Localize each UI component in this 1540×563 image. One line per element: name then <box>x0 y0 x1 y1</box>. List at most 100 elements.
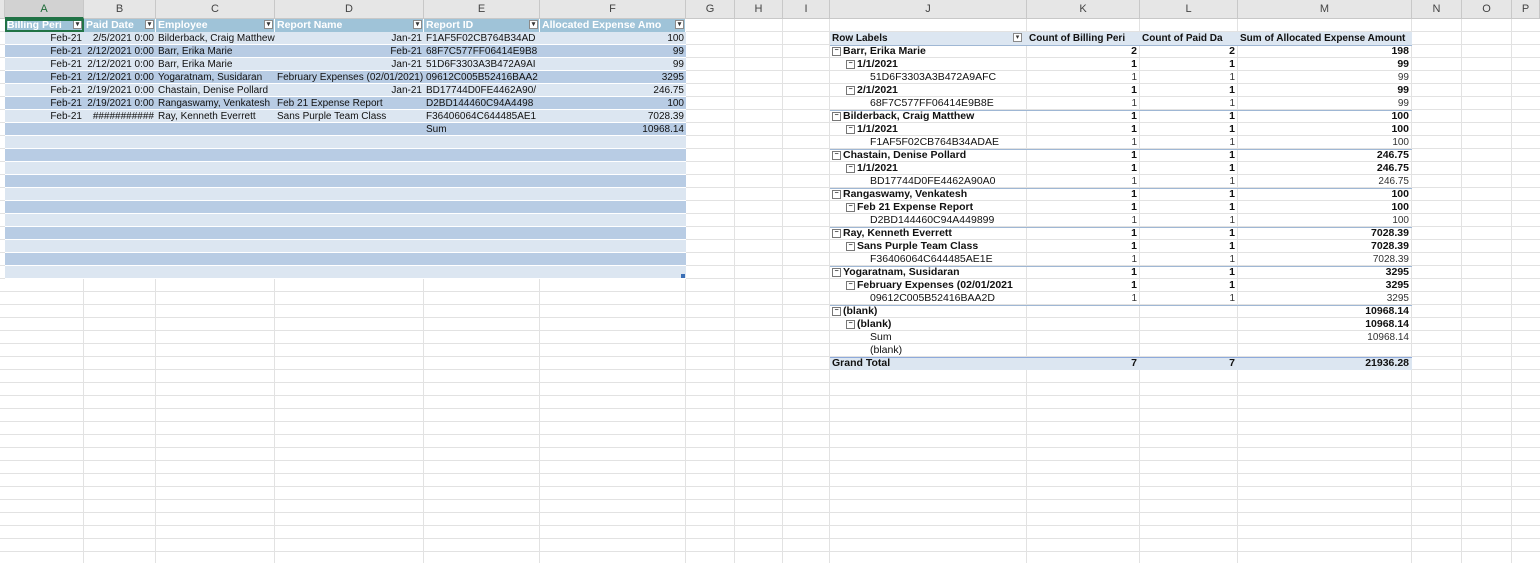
column-header-g[interactable]: G <box>686 0 735 19</box>
pivot-value-cell[interactable]: 99 <box>1238 58 1409 71</box>
pivot-row-label[interactable]: −1/1/2021 <box>846 162 1025 175</box>
pivot-value-cell[interactable]: 1 <box>1027 149 1137 162</box>
pivot-value-cell[interactable]: 246.75 <box>1238 162 1409 175</box>
pivot-row-label[interactable]: − Barr, Erika Marie <box>832 45 1025 58</box>
pivot-value-cell[interactable]: 1 <box>1140 214 1235 227</box>
pivot-row-label[interactable]: −1/1/2021 <box>846 58 1025 71</box>
table-cell[interactable]: Feb-21 <box>5 45 84 58</box>
table-header-cell[interactable]: Allocated Expense Amo ▾ <box>540 19 686 32</box>
column-header-p[interactable]: P <box>1512 0 1540 19</box>
column-header-j[interactable]: J <box>830 0 1027 19</box>
pivot-row-label[interactable]: Sum <box>870 331 1025 344</box>
column-header-e[interactable]: E <box>424 0 540 19</box>
table-cell[interactable]: Jan-21 <box>275 84 424 97</box>
table-cell[interactable]: BD17744D0FE4462A90/ <box>424 84 540 97</box>
collapse-toggle-icon[interactable]: − <box>832 46 841 56</box>
pivot-value-cell[interactable]: 1 <box>1027 253 1137 266</box>
pivot-value-cell[interactable] <box>1140 305 1235 318</box>
table-cell[interactable]: 68F7C577FF06414E9B8 <box>424 45 540 58</box>
pivot-row-label[interactable]: − Feb 21 Expense Report <box>846 201 1025 214</box>
collapse-toggle-icon[interactable]: − <box>832 267 841 277</box>
pivot-value-cell[interactable]: 1 <box>1027 175 1137 188</box>
row-labels-filter-icon[interactable]: ▾ <box>1013 33 1022 42</box>
pivot-value-cell[interactable]: 1 <box>1140 110 1235 123</box>
table-cell[interactable]: Rangaswamy, Venkatesh <box>156 97 275 110</box>
pivot-value-cell[interactable]: 100 <box>1238 188 1409 201</box>
pivot-row-label[interactable]: − February Expenses (02/01/2021 <box>846 279 1025 292</box>
table-resize-handle[interactable] <box>681 274 685 278</box>
table-cell[interactable]: 09612C005B52416BAA2 <box>424 71 540 84</box>
pivot-value-cell[interactable]: 1 <box>1027 97 1137 110</box>
table-cell[interactable]: F36406064C644485AE1 <box>424 110 540 123</box>
table-cell[interactable]: D2BD144460C94A4498 <box>424 97 540 110</box>
table-cell[interactable]: Barr, Erika Marie <box>156 58 275 71</box>
pivot-row-label[interactable]: F36406064C644485AE1E <box>870 253 1025 266</box>
pivot-value-cell[interactable]: 1 <box>1140 84 1235 97</box>
column-header-a[interactable]: A <box>5 0 84 19</box>
grand-total-label[interactable]: Grand Total <box>832 357 1012 370</box>
pivot-value-cell[interactable]: 1 <box>1027 84 1137 97</box>
pivot-value-cell[interactable]: 3295 <box>1238 279 1409 292</box>
pivot-value-cell[interactable]: 1 <box>1140 136 1235 149</box>
pivot-value-cell[interactable]: 1 <box>1140 123 1235 136</box>
collapse-toggle-icon[interactable]: − <box>832 189 841 199</box>
pivot-value-cell[interactable] <box>1140 318 1235 331</box>
column-header-f[interactable]: F <box>540 0 686 19</box>
pivot-value-cell[interactable]: 1 <box>1027 136 1137 149</box>
pivot-value-cell[interactable]: 10968.14 <box>1238 331 1409 344</box>
collapse-toggle-icon[interactable]: − <box>846 319 855 329</box>
pivot-value-cell[interactable]: 3295 <box>1238 266 1409 279</box>
pivot-value-cell[interactable]: 1 <box>1140 149 1235 162</box>
table-cell[interactable] <box>5 123 84 136</box>
table-cell[interactable]: Jan-21 <box>275 58 424 71</box>
table-cell[interactable]: 3295 <box>540 71 686 84</box>
pivot-row-label[interactable]: − (blank) <box>832 305 1025 318</box>
table-cell[interactable]: Chastain, Denise Pollard <box>156 84 275 97</box>
pivot-value-cell[interactable]: 1 <box>1027 240 1137 253</box>
pivot-value-cell[interactable]: 1 <box>1027 58 1137 71</box>
column-header-h[interactable]: H <box>735 0 783 19</box>
pivot-value-cell[interactable]: 198 <box>1238 45 1409 58</box>
pivot-value-cell[interactable]: 1 <box>1027 279 1137 292</box>
table-cell[interactable] <box>156 123 275 136</box>
pivot-row-label[interactable]: 68F7C577FF06414E9B8E <box>870 97 1025 110</box>
table-cell[interactable]: Bilderback, Craig Matthew <box>156 32 275 45</box>
pivot-row-label[interactable]: − Ray, Kenneth Everrett <box>832 227 1025 240</box>
pivot-value-cell[interactable] <box>1238 344 1409 357</box>
pivot-header-cell[interactable]: Sum of Allocated Expense Amount <box>1240 32 1410 45</box>
table-cell[interactable]: 2/12/2021 0:00 <box>84 71 156 84</box>
pivot-value-cell[interactable]: 1 <box>1140 279 1235 292</box>
pivot-value-cell[interactable]: 7028.39 <box>1238 227 1409 240</box>
pivot-value-cell[interactable]: 1 <box>1027 188 1137 201</box>
pivot-row-label[interactable]: − Chastain, Denise Pollard <box>832 149 1025 162</box>
table-header-cell[interactable]: Report ID ▾ <box>424 19 540 32</box>
pivot-value-cell[interactable]: 100 <box>1238 136 1409 149</box>
collapse-toggle-icon[interactable]: − <box>832 150 841 160</box>
table-cell[interactable]: 2/19/2021 0:00 <box>84 84 156 97</box>
table-cell[interactable]: Sum <box>424 123 540 136</box>
pivot-value-cell[interactable]: 1 <box>1027 292 1137 305</box>
pivot-value-cell[interactable]: 1 <box>1140 240 1235 253</box>
table-cell[interactable]: Feb 21 Expense Report <box>275 97 424 110</box>
column-header-m[interactable]: M <box>1238 0 1412 19</box>
pivot-value-cell[interactable]: 1 <box>1140 201 1235 214</box>
pivot-value-cell[interactable]: 7028.39 <box>1238 240 1409 253</box>
collapse-toggle-icon[interactable]: − <box>846 280 855 290</box>
column-header-i[interactable]: I <box>783 0 830 19</box>
table-cell[interactable]: F1AF5F02CB764B34AD <box>424 32 540 45</box>
table-cell[interactable]: Feb-21 <box>5 71 84 84</box>
table-cell[interactable]: 10968.14 <box>540 123 686 136</box>
pivot-value-cell[interactable]: 1 <box>1027 162 1137 175</box>
table-cell[interactable]: 2/5/2021 0:00 <box>84 32 156 45</box>
pivot-row-label[interactable]: −2/1/2021 <box>846 84 1025 97</box>
column-header-c[interactable]: C <box>156 0 275 19</box>
pivot-value-cell[interactable] <box>1027 305 1137 318</box>
pivot-value-cell[interactable] <box>1027 344 1137 357</box>
pivot-value-cell[interactable]: 1 <box>1027 71 1137 84</box>
collapse-toggle-icon[interactable]: − <box>846 59 855 69</box>
pivot-value-cell[interactable]: 1 <box>1140 227 1235 240</box>
table-header-cell[interactable]: Report Name ▾ <box>275 19 424 32</box>
pivot-row-label[interactable]: − Rangaswamy, Venkatesh <box>832 188 1025 201</box>
grand-total-value[interactable]: 21936.28 <box>1238 357 1409 370</box>
table-cell[interactable]: 246.75 <box>540 84 686 97</box>
